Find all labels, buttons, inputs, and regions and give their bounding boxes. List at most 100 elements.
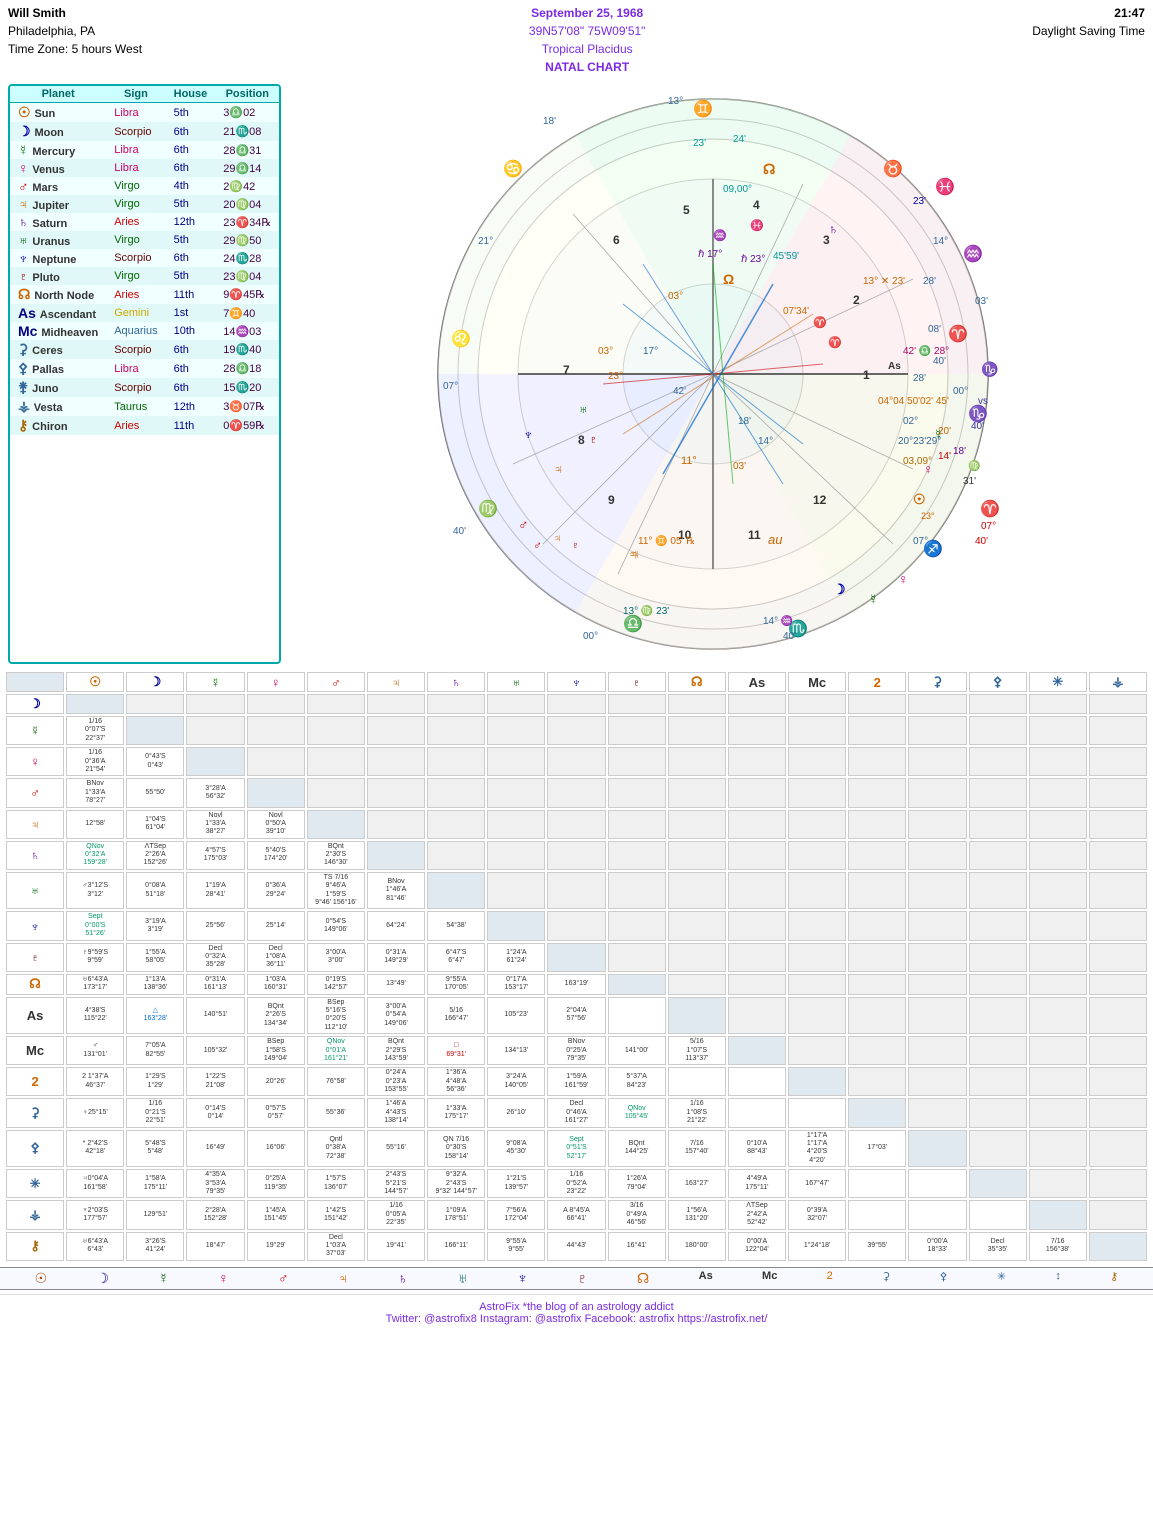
sym-vesta-bottom: ↕: [1055, 1270, 1061, 1287]
aspect-cell: [1089, 1130, 1147, 1168]
planet-symbol: ⚳ Ceres: [10, 340, 106, 359]
aspect-cell: [668, 810, 726, 839]
aspect-cell: 16°06': [247, 1130, 305, 1168]
aspect-cell: 0°17'A 153°17': [487, 974, 545, 995]
aspect-cell: Qntl 0°38'A 72°38': [307, 1130, 365, 1168]
aspect-cell: [608, 778, 666, 807]
svg-text:8: 8: [578, 433, 585, 447]
planet-sign: Scorpio: [106, 378, 165, 397]
aspect-cell: [367, 694, 425, 714]
aspect-col-header: ♄: [427, 672, 485, 692]
aspect-cell: 1°36'A 4°48'A 56°36': [427, 1067, 485, 1096]
aspect-cell: 1°13'A 138°36': [126, 974, 184, 995]
aspect-cell: [1029, 1098, 1087, 1127]
aspect-cell: ♂3°12'S 3°12': [66, 872, 124, 910]
sym-uranus-bottom: ♅: [457, 1270, 468, 1287]
aspect-cell: 0°08'A 51°18': [126, 872, 184, 910]
aspect-cell: 2°43'S 5°21'S 144°57': [367, 1169, 425, 1198]
aspect-cell: 13°49': [367, 974, 425, 995]
svg-text:♆: ♆: [523, 426, 534, 442]
aspect-cell: [547, 943, 605, 972]
planet-house: 6th: [166, 141, 216, 159]
svg-text:23°: 23°: [608, 371, 623, 382]
aspect-cell: [1029, 841, 1087, 870]
aspect-cell: [728, 943, 786, 972]
aspect-cell: 39°55': [848, 1232, 906, 1261]
aspect-cell: [1029, 1036, 1087, 1065]
col-house: House: [166, 86, 216, 103]
aspect-col-header: ☉: [66, 672, 124, 692]
planet-house: 1st: [166, 304, 216, 322]
aspect-cell: [1089, 1036, 1147, 1065]
sym-neptune-bottom: ♆: [517, 1270, 528, 1287]
svg-text:28': 28': [913, 373, 926, 384]
aspect-cell: 19°41': [367, 1232, 425, 1261]
planet-house: 6th: [166, 359, 216, 378]
planet-symbol: ♄ Saturn: [10, 213, 106, 231]
planet-position: 28♎31: [215, 141, 279, 159]
aspect-cell: [367, 778, 425, 807]
aspect-row-header: ♂: [6, 778, 64, 807]
aspect-cell: ♀25°15': [66, 1098, 124, 1127]
aspect-cell: BQnt 2°29'S 143°59': [367, 1036, 425, 1065]
planet-symbol: ⚵ Juno: [10, 378, 106, 397]
aspect-cell: 1/16 1°08'S 21°22': [668, 1098, 726, 1127]
svg-text:♄: ♄: [828, 221, 839, 237]
aspect-cell: [668, 841, 726, 870]
svg-text:☿: ☿: [933, 426, 944, 442]
planet-sign: Libra: [106, 359, 165, 378]
aspect-cell: 64°24': [367, 911, 425, 940]
aspect-cell: [728, 1036, 786, 1065]
aspect-cell: [848, 997, 906, 1035]
aspect-row-header: ♆: [6, 911, 64, 940]
aspect-cell: [848, 778, 906, 807]
aspect-cell: [247, 778, 305, 807]
aspect-col-header: ♀: [247, 672, 305, 692]
planet-position: 23♍04: [215, 267, 279, 285]
svg-text:14° ♒: 14° ♒: [763, 614, 793, 627]
aspect-cell: [608, 841, 666, 870]
aspect-cell: [427, 778, 485, 807]
aspect-cell: Decl 1°08'A 36°11': [247, 943, 305, 972]
aspect-cell: 7°05'A 82°55': [126, 1036, 184, 1065]
svg-text:♌: ♌: [451, 329, 471, 348]
aspect-cell: [969, 841, 1027, 870]
aspect-cell: [1029, 943, 1087, 972]
chart-time: 21:47: [1032, 4, 1145, 22]
aspect-cell: TS 7/16 9°46'A 1°59'S 9°46' 156°16': [307, 872, 365, 910]
planet-row-jupiter: ♃ Jupiter Virgo 5th 20♍04: [10, 195, 279, 213]
aspect-cell: 5°37'A 84°23': [608, 1067, 666, 1096]
aspect-cell: [788, 872, 846, 910]
aspect-cell: 163°27': [668, 1169, 726, 1198]
svg-text:03': 03': [975, 296, 988, 307]
svg-text:09,00°: 09,00°: [723, 184, 752, 195]
aspect-cell: [969, 1200, 1027, 1229]
aspect-cell: ♅6°43'A 173°17': [66, 974, 124, 995]
aspect-cell: [307, 810, 365, 839]
svg-text:40': 40': [975, 536, 988, 547]
planet-position: 3♉07℞: [215, 397, 279, 416]
aspect-cell: 1°56'A 131°20': [668, 1200, 726, 1229]
svg-text:♊: ♊: [693, 99, 713, 118]
svg-text:Ω: Ω: [723, 271, 734, 287]
aspect-cell: 0°39'A 32°07': [788, 1200, 846, 1229]
svg-text:11° ♊ 05' ℞: 11° ♊ 05' ℞: [638, 534, 695, 547]
aspect-cell: [1089, 943, 1147, 972]
planet-house: 11th: [166, 285, 216, 304]
aspect-cell: 3°28'A 56°32': [186, 778, 244, 807]
chart-type: NATAL CHART: [529, 58, 646, 76]
header-right: 21:47 Daylight Saving Time: [1032, 4, 1145, 76]
planet-symbol: ♆ Neptune: [10, 249, 106, 267]
aspect-cell: 55°16': [367, 1130, 425, 1168]
aspect-row-header: ⚷: [6, 1232, 64, 1261]
planet-table: Planet Sign House Position ☉ Sun Libra 5…: [8, 84, 281, 664]
aspect-cell: 55°50': [126, 778, 184, 807]
aspect-cell: Sept 0°51'S 52°17': [547, 1130, 605, 1168]
aspect-cell: BNov 1°33'A 78°27': [66, 778, 124, 807]
aspect-cell: [608, 716, 666, 745]
aspect-cell: [367, 841, 425, 870]
svg-text:♀: ♀: [923, 461, 934, 477]
aspect-cell: [969, 974, 1027, 995]
planet-sign: Gemini: [106, 304, 165, 322]
aspect-cell: ♃0°04'A 161°58': [66, 1169, 124, 1198]
